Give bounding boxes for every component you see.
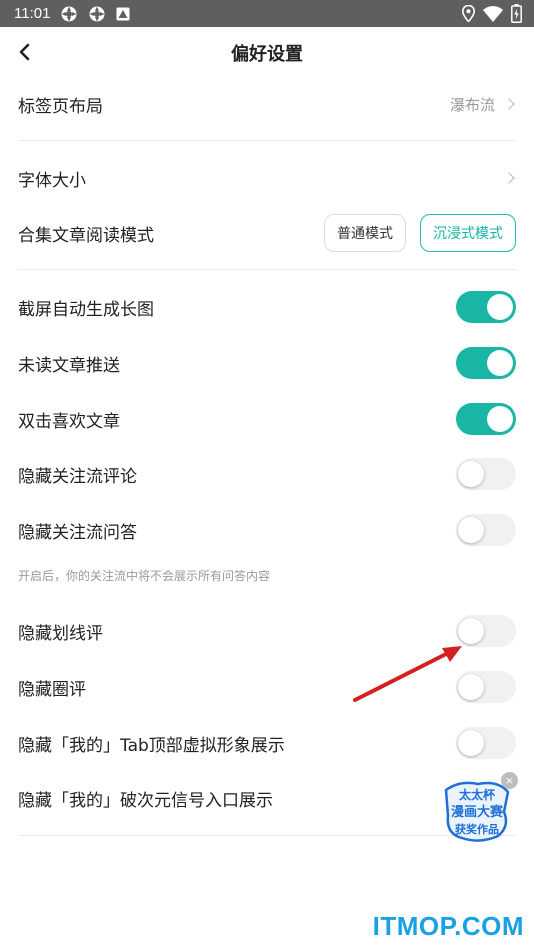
immersive-mode-button[interactable]: 沉浸式模式 (420, 214, 516, 252)
comic-contest-badge-icon: 太太杯 漫画大赛 获奖作品 (444, 781, 510, 842)
screenshot-long-image-toggle[interactable] (456, 291, 516, 323)
toggle-knob (487, 294, 513, 320)
setting-hide-follow-qa: 隐藏关注流问答 (18, 508, 516, 552)
location-icon (461, 4, 476, 26)
setting-label: 隐藏划线评 (18, 623, 103, 644)
setting-label: 隐藏关注流问答 (18, 522, 137, 543)
toggle-knob (487, 350, 513, 376)
badge-line-2: 漫画大赛 (451, 804, 504, 820)
setting-hide-follow-comments: 隐藏关注流评论 (18, 452, 516, 496)
hide-avatar-display-toggle[interactable] (456, 727, 516, 759)
chevron-right-icon (503, 98, 515, 110)
unread-push-toggle[interactable] (456, 347, 516, 379)
battery-icon (511, 4, 522, 27)
annotation-arrow-icon (353, 646, 462, 702)
setting-label: 隐藏关注流评论 (18, 466, 137, 487)
divider (18, 140, 516, 141)
setting-label: 隐藏圈评 (18, 679, 86, 700)
badge-line-1: 太太杯 (459, 787, 496, 802)
toggle-knob (458, 730, 484, 756)
setting-label: 截屏自动生成长图 (18, 299, 154, 320)
mode-selector: 普通模式 沉浸式模式 (324, 214, 516, 252)
app-notification-icon (88, 5, 106, 23)
setting-value (503, 172, 516, 184)
setting-screenshot-long-image: 截屏自动生成长图 (18, 285, 516, 329)
hide-follow-qa-toggle[interactable] (456, 514, 516, 546)
toggle-knob (487, 406, 513, 432)
setting-value: 瀑布流 (450, 94, 516, 115)
toggle-knob (458, 517, 484, 543)
setting-font-size[interactable]: 字体大小 (18, 156, 516, 200)
setting-label: 隐藏「我的」破次元信号入口展示 (18, 790, 273, 811)
setting-label: 双击喜欢文章 (18, 411, 120, 432)
setting-label: 隐藏「我的」Tab顶部虚拟形象展示 (18, 735, 285, 756)
watermark-text: ITMOP.COM (372, 911, 524, 941)
status-bar: 11:01 (0, 0, 534, 27)
floating-contest-badge[interactable]: 太太杯 漫画大赛 获奖作品 × (440, 772, 518, 846)
page-title: 偏好设置 (231, 44, 303, 65)
chevron-right-icon (503, 172, 515, 184)
setting-hide-avatar-display: 隐藏「我的」Tab顶部虚拟形象展示 (18, 721, 516, 765)
tab-layout-value: 瀑布流 (449, 95, 495, 114)
image-notification-icon (116, 7, 130, 21)
badge-line-3: 获奖作品 (455, 822, 499, 836)
hide-follow-comments-toggle[interactable] (456, 458, 516, 490)
normal-mode-button[interactable]: 普通模式 (324, 214, 406, 252)
setting-label: 标签页布局 (18, 96, 103, 117)
setting-double-tap-like: 双击喜欢文章 (18, 397, 516, 441)
setting-unread-push: 未读文章推送 (18, 341, 516, 385)
setting-tab-layout[interactable]: 标签页布局 瀑布流 (18, 82, 516, 126)
app-notification-icon (60, 5, 78, 23)
top-bar: 偏好设置 (0, 27, 534, 77)
status-time: 11:01 (14, 5, 51, 22)
divider (18, 269, 516, 270)
badge-close-button[interactable]: × (501, 772, 518, 789)
setting-label: 合集文章阅读模式 (18, 225, 154, 246)
qa-hint-text: 开启后，你的关注流中将不会展示所有问答内容 (18, 569, 271, 583)
setting-label: 字体大小 (18, 170, 86, 191)
setting-collection-mode: 合集文章阅读模式 普通模式 沉浸式模式 (18, 211, 516, 255)
setting-label: 未读文章推送 (18, 355, 120, 376)
wifi-icon (483, 5, 503, 26)
double-tap-like-toggle[interactable] (456, 403, 516, 435)
toggle-knob (458, 461, 484, 487)
